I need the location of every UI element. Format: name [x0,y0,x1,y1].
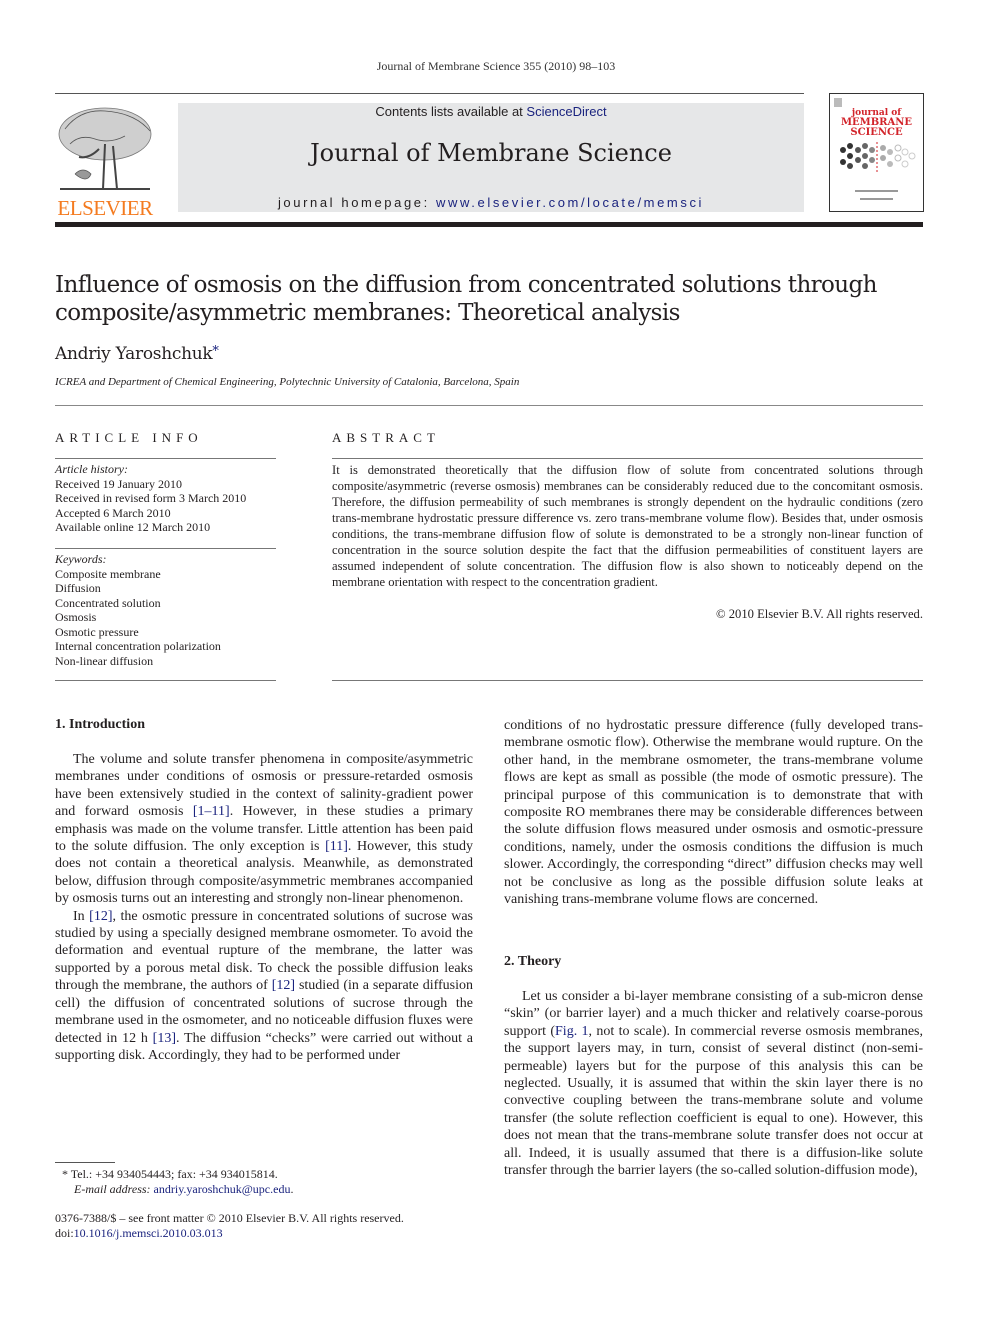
reference-link[interactable]: [1–11] [193,804,230,819]
keyword-item: Composite membrane [55,566,161,581]
history-item: Accepted 6 March 2010 [55,505,171,520]
text-run: , not to scale). In commercial reverse o… [504,1023,924,1179]
history-item: Available online 12 March 2010 [55,520,211,534]
article-title-line: composite/asymmetric membranes: Theoreti… [55,300,680,326]
author-affiliation: ICREA and Department of Chemical Enginee… [55,376,520,388]
section-heading-introduction: 1. Introduction [55,717,145,732]
keyword-item: Osmotic pressure [55,624,139,639]
journal-cover-thumbnail: journal of MEMBRANE SCIENCE [829,93,924,212]
doi-line: doi:10.1016/j.memsci.2010.03.013 [55,1226,404,1241]
email-label: E-mail address: [74,1182,154,1196]
introduction-text: The volume and solute transfer phenomena… [55,751,473,1064]
abstract-heading: ABSTRACT [332,430,440,445]
text-run: . [290,1182,294,1196]
keywords-list: Keywords: Composite membrane Diffusion C… [55,552,276,668]
paragraph: The volume and solute transfer phenomena… [55,751,473,908]
keywords-rule [55,548,276,549]
theory-text: Let us consider a bi-layer membrane cons… [504,988,923,1179]
reference-link[interactable]: [13] [153,1031,176,1046]
figure-link[interactable]: Fig. 1 [555,1024,589,1039]
history-item: Received in revised form 3 March 2010 [55,491,247,505]
footnote-email: E-mail address: andriy.yaroshchuk@upc.ed… [62,1182,293,1197]
keywords-label: Keywords: [55,552,107,566]
homepage-link[interactable]: www.elsevier.com/locate/memsci [436,195,704,210]
front-matter: 0376-7388/$ – see front matter © 2010 El… [55,1211,404,1241]
footnote-phone-fax: Tel.: +34 934054443; fax: +34 934015814. [68,1167,278,1181]
email-link[interactable]: andriy.yaroshchuk@upc.edu [154,1182,291,1196]
paragraph: Let us consider a bi-layer membrane cons… [504,988,923,1179]
footnote-rule [55,1162,115,1163]
cover-title: journal of MEMBRANE SCIENCE [830,108,923,138]
history-item: Received 19 January 2010 [55,476,182,491]
article-title: Influence of osmosis on the diffusion fr… [55,271,935,327]
cover-footer-mark [855,190,898,192]
footnote-contact: * Tel.: +34 934054443; fax: +34 93401581… [62,1167,293,1182]
reference-link[interactable]: [12] [89,909,112,924]
cover-title-line: SCIENCE [850,127,903,138]
reference-link[interactable]: [11] [325,839,348,854]
sciencedirect-link[interactable]: ScienceDirect [526,104,606,119]
abstract-text: It is demonstrated theoretically that th… [332,463,923,589]
introduction-continued-text: conditions of no hydrostatic pressure di… [504,717,923,908]
keyword-item: Internal concentration polarization [55,639,221,653]
elsevier-wordmark: ELSEVIER [57,196,153,220]
doi-link[interactable]: 10.1016/j.memsci.2010.03.013 [74,1226,223,1240]
article-info-rule [55,458,276,459]
cover-footer-mark [860,198,893,200]
keyword-item: Diffusion [55,581,101,595]
article-info-heading: ARTICLE INFO [55,430,203,445]
author-footnote-mark[interactable]: * [212,344,219,359]
journal-homepage: journal homepage: www.elsevier.com/locat… [178,195,804,210]
journal-citation: Journal of Membrane Science 355 (2010) 9… [376,59,616,73]
keyword-item: Non-linear diffusion [55,653,154,668]
paragraph: conditions of no hydrostatic pressure di… [504,718,923,908]
contents-prefix: Contents lists available at [375,104,527,119]
issn-line: 0376-7388/$ – see front matter © 2010 El… [55,1211,404,1225]
header-thick-rule [55,222,923,227]
article-history: Article history: Received 19 January 201… [55,462,276,535]
keyword-item: Osmosis [55,610,97,624]
article-history-label: Article history: [55,462,128,476]
homepage-prefix: journal homepage: [277,195,437,210]
reference-link[interactable]: [12] [272,978,295,993]
header-rule [55,93,804,94]
article-info-bottom-rule [55,680,276,681]
doi-label: doi: [55,1226,74,1240]
cover-molecule-graphic [840,142,916,172]
abstract-bottom-rule [332,680,923,681]
keyword-item: Concentrated solution [55,595,161,610]
paragraph: In [12], the osmotic pressure in concent… [55,908,473,1065]
abstract-rule [332,458,923,459]
article-title-line: Influence of osmosis on the diffusion fr… [55,272,877,298]
section-heading-theory: 2. Theory [504,954,562,969]
text-run: In [73,908,90,924]
author-name-text[interactable]: Andriy Yaroshchuk [55,344,213,364]
author-name: Andriy Yaroshchuk* [55,344,219,364]
contents-line: Contents lists available at ScienceDirec… [178,104,804,119]
abstract-copyright: © 2010 Elsevier B.V. All rights reserved… [716,607,923,621]
journal-title: Journal of Membrane Science [310,139,672,167]
title-rule [55,405,923,406]
cover-logo-icon [834,98,842,107]
author-footnote: * Tel.: +34 934054443; fax: +34 93401581… [62,1167,293,1197]
